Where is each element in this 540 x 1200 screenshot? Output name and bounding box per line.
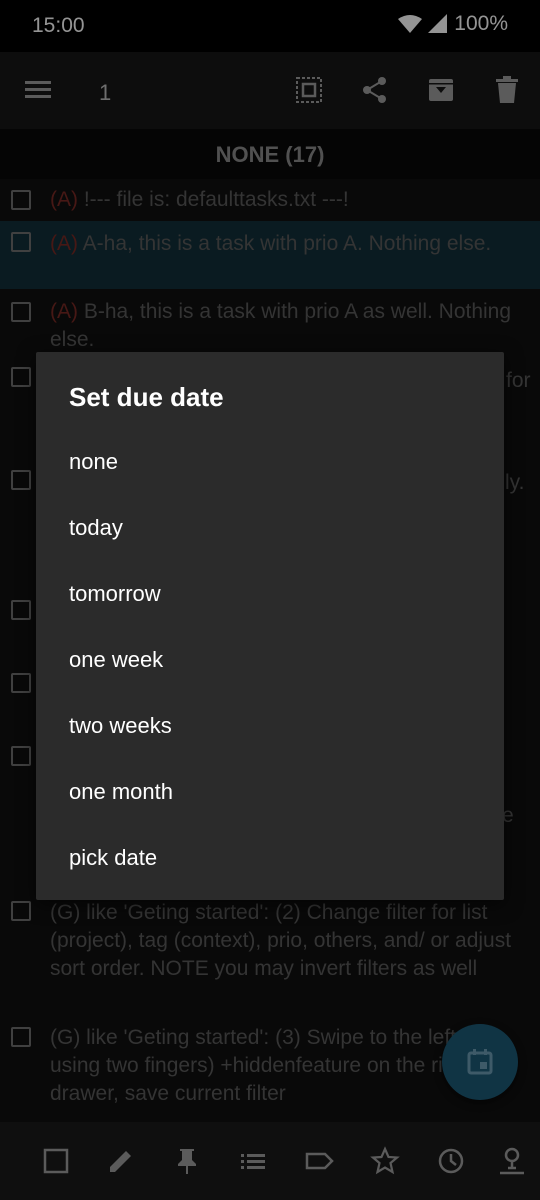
dialog-title: Set due date [69,382,224,412]
set-due-date-dialog: Set due date none today tomorrow one wee… [36,352,504,900]
option-pick-date[interactable]: pick date [69,833,469,883]
option-none[interactable]: none [69,437,469,487]
option-tomorrow[interactable]: tomorrow [69,569,469,619]
option-two-weeks[interactable]: two weeks [69,701,469,751]
option-one-week[interactable]: one week [69,635,469,685]
option-one-month[interactable]: one month [69,767,469,817]
option-today[interactable]: today [69,503,469,553]
